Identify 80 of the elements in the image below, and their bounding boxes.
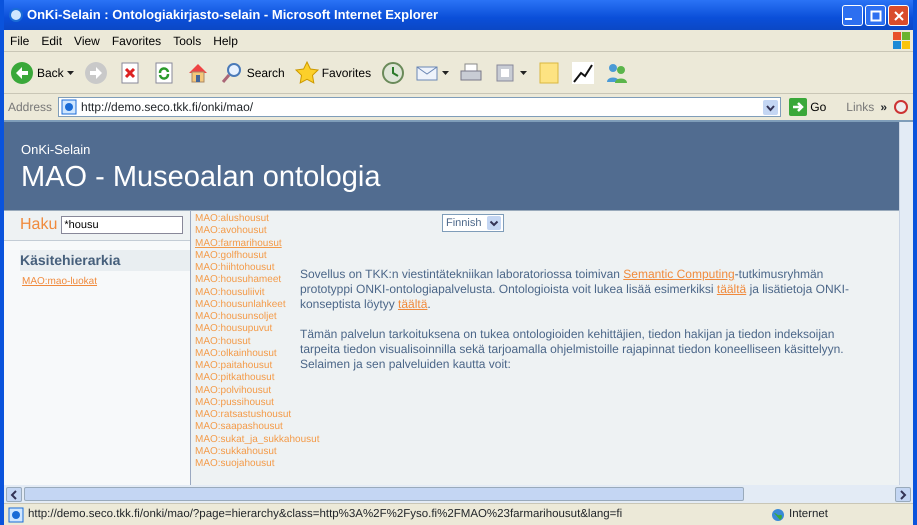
status-text: http://demo.seco.tkk.fi/onki/mao/?page=hierarchy&class=http%3A%2F%2Fyso.fi%2FMAO%23farmarihousut&lang=fi bbox=[28, 506, 624, 522]
close-button[interactable] bbox=[888, 4, 909, 26]
page-icon bbox=[8, 506, 24, 522]
scroll-left-button[interactable] bbox=[6, 486, 22, 502]
section-heading: Käsitehierarkia bbox=[20, 250, 190, 271]
page-title: MAO - Museoalan ontologia bbox=[21, 160, 382, 194]
minimize-button[interactable] bbox=[842, 4, 863, 26]
menu-item[interactable]: Tools bbox=[173, 32, 202, 50]
search-label: Haku bbox=[20, 215, 58, 235]
scroll-right-button[interactable] bbox=[895, 486, 911, 502]
paragraph: Sovellus on TKK:n viestintätekniikan laboratoriossa toimivan Semantic Computing-tutkimusryhmän prototyppi ONKI-ontologiapalvelusta. Ontologioista voit lukea lisää esimerkiksi täältä ja lisätietoja ONKI-konseptista löytyy täältä. bbox=[300, 267, 850, 312]
result-link[interactable]: MAO:golfhousut bbox=[195, 250, 267, 262]
ie-icon bbox=[8, 7, 24, 23]
result-link[interactable]: MAO:pitkathousut bbox=[195, 372, 274, 384]
chevron-right-icon bbox=[899, 490, 907, 500]
scrollbar-thumb[interactable] bbox=[24, 487, 744, 501]
result-link[interactable]: MAO:saapashousut bbox=[195, 421, 283, 434]
result-link[interactable]: MAO:hiihtohousut bbox=[195, 262, 274, 274]
minimize-icon bbox=[845, 18, 852, 20]
favorites-button[interactable]: Favorites bbox=[292, 58, 374, 86]
go-button[interactable]: Go bbox=[787, 96, 828, 118]
maximize-button[interactable] bbox=[865, 4, 886, 26]
text-link[interactable]: täältä bbox=[398, 297, 428, 311]
forward-icon bbox=[84, 60, 108, 84]
result-link[interactable]: MAO:farmarihousut bbox=[195, 238, 282, 250]
caret-icon bbox=[442, 70, 450, 74]
menu-item[interactable]: File bbox=[10, 32, 30, 50]
result-link[interactable]: MAO:housuhameet bbox=[195, 274, 282, 286]
result-link[interactable]: MAO:housunlahkeet bbox=[195, 298, 286, 311]
result-link[interactable]: MAO:housupuvut bbox=[195, 323, 272, 336]
toolbar-icon bbox=[893, 98, 909, 116]
chevron-left-icon bbox=[10, 490, 18, 500]
result-link[interactable]: MAO:housut bbox=[195, 336, 251, 348]
chart-icon bbox=[571, 60, 596, 84]
search-field[interactable]: *housu bbox=[61, 216, 184, 234]
menu-item[interactable]: Edit bbox=[41, 32, 62, 50]
hierarchy-link[interactable]: MAO:mao-luokat bbox=[22, 274, 98, 289]
text-link[interactable]: Semantic Computing bbox=[623, 267, 735, 281]
star-icon bbox=[294, 60, 319, 84]
close-icon bbox=[892, 10, 904, 22]
result-link[interactable]: MAO:ratsastushousut bbox=[195, 409, 292, 422]
clock-icon bbox=[381, 60, 406, 84]
menu-item[interactable]: Favorites bbox=[112, 32, 162, 50]
caret-icon bbox=[520, 70, 528, 74]
vertical-scrollbar[interactable] bbox=[899, 122, 913, 485]
windows-logo-icon bbox=[891, 30, 913, 51]
result-link[interactable]: MAO:sukat_ja_sukkahousut bbox=[195, 434, 320, 446]
language-select[interactable]: Finnish bbox=[442, 214, 504, 232]
back-icon bbox=[10, 60, 34, 84]
result-link[interactable]: MAO:olkainhousut bbox=[195, 348, 277, 360]
menu-item[interactable]: Help bbox=[213, 32, 238, 50]
address-field[interactable]: http://demo.seco.tkk.fi/onki/mao/ bbox=[58, 97, 782, 117]
text-link[interactable]: täältä bbox=[716, 282, 746, 296]
back-button[interactable]: Back bbox=[8, 58, 76, 86]
result-link[interactable]: MAO:paitahousut bbox=[195, 360, 272, 372]
caret-icon bbox=[66, 70, 74, 74]
result-link[interactable]: MAO:pussihousut bbox=[195, 396, 274, 409]
window-title: OnKi-Selain : Ontologiakirjasto-selain - Microsoft Internet Explorer bbox=[27, 6, 440, 24]
links-label[interactable]: Links bbox=[846, 98, 874, 116]
result-link[interactable]: MAO:housunsoljet bbox=[195, 311, 277, 324]
zone-label: Internet bbox=[789, 506, 829, 522]
result-link[interactable]: MAO:alushousut bbox=[195, 213, 269, 226]
globe-icon bbox=[771, 508, 785, 522]
note-icon bbox=[537, 60, 562, 84]
search-icon bbox=[220, 60, 244, 84]
result-link[interactable]: MAO:polvihousut bbox=[195, 384, 272, 397]
result-link[interactable]: MAO:housuliivit bbox=[195, 286, 264, 299]
result-link[interactable]: MAO:avohousut bbox=[195, 225, 267, 238]
maximize-icon bbox=[870, 10, 882, 22]
result-link[interactable]: MAO:suojahousut bbox=[195, 458, 274, 470]
dropdown-icon bbox=[487, 216, 502, 230]
menu-item[interactable]: View bbox=[74, 32, 100, 50]
paragraph: Tämän palvelun tarkoituksena on tukea ontologioiden kehittäjien, tiedon hakijan ja tiedon indeksoijan tarpeita tiedon visualisoinnilla sekä tarjoamalla ohjelmistoille rajapinnat tiedon koneelliseen käsittelyyn. Selaimen ja sen palveluiden kautta voit: bbox=[300, 327, 845, 372]
chevron[interactable]: » bbox=[880, 98, 887, 116]
address-label: Address bbox=[8, 99, 52, 116]
page-icon bbox=[61, 99, 78, 115]
dropdown-icon bbox=[763, 100, 778, 114]
result-link[interactable]: MAO:sukkahousut bbox=[195, 446, 277, 458]
site-subtitle: OnKi-Selain bbox=[21, 141, 92, 159]
search-button[interactable]: Search bbox=[218, 58, 287, 86]
